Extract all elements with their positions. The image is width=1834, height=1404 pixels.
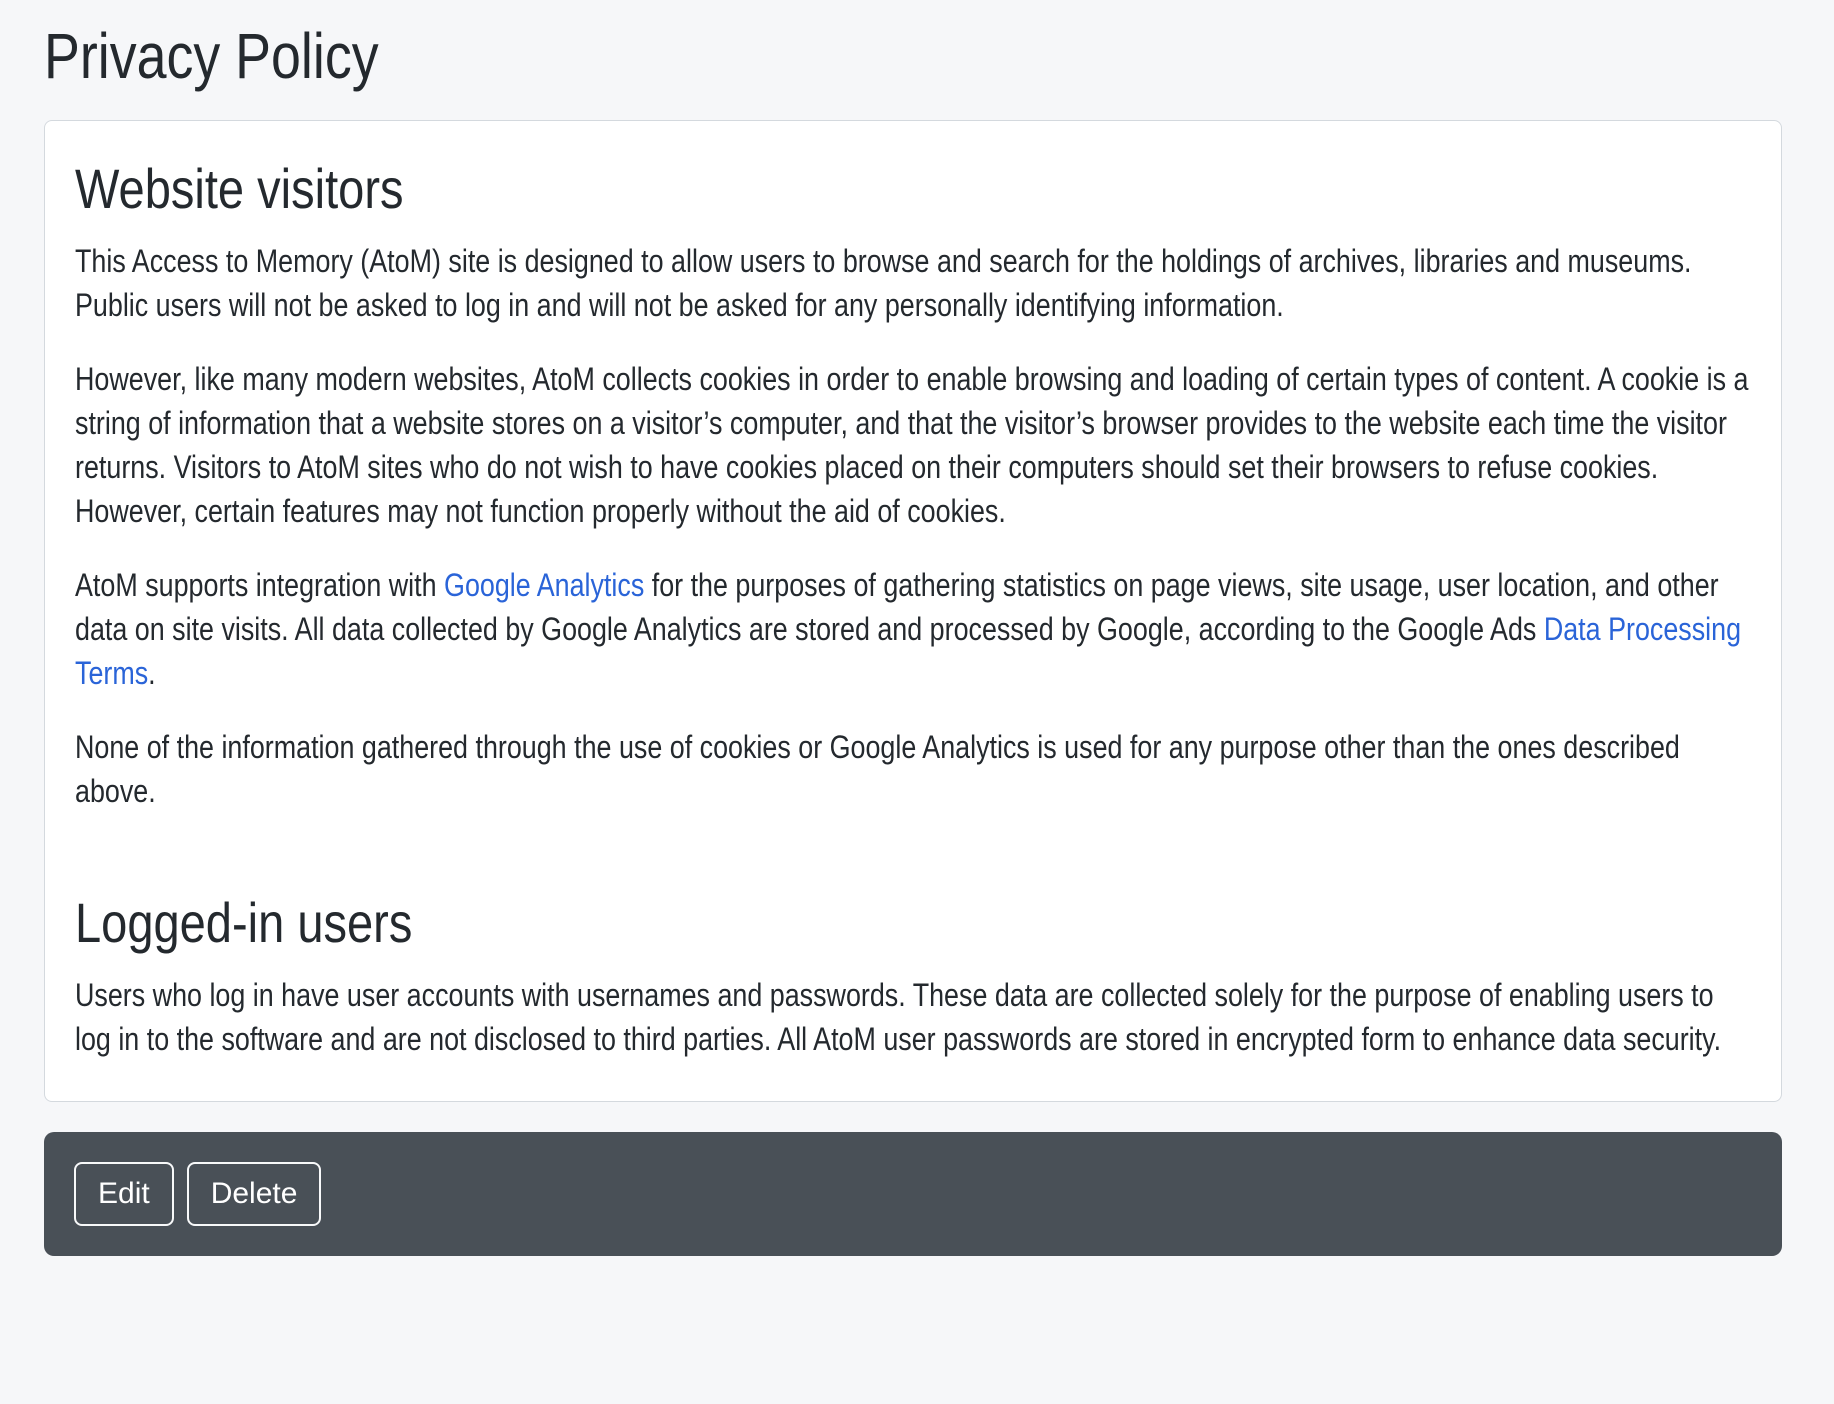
delete-button[interactable]: Delete [187, 1162, 322, 1226]
actions-bar: Edit Delete [44, 1132, 1782, 1256]
paragraph-analytics: AtoM supports integration with Google An… [75, 563, 1750, 695]
paragraph-cookies: However, like many modern websites, AtoM… [75, 357, 1750, 533]
content-card: Website visitors This Access to Memory (… [44, 120, 1782, 1102]
paragraph-text: AtoM supports integration with [75, 567, 444, 603]
edit-button[interactable]: Edit [74, 1162, 174, 1226]
section-heading-website-visitors: Website visitors [75, 155, 1750, 223]
google-analytics-link[interactable]: Google Analytics [444, 567, 644, 603]
paragraph-no-other-use: None of the information gathered through… [75, 725, 1750, 813]
section-heading-logged-in-users: Logged-in users [75, 889, 1750, 957]
privacy-policy-page: Privacy Policy Website visitors This Acc… [44, 16, 1782, 1256]
paragraph-text: . [148, 655, 155, 691]
paragraph-site-description: This Access to Memory (AtoM) site is des… [75, 239, 1750, 327]
paragraph-user-accounts: Users who log in have user accounts with… [75, 973, 1750, 1061]
page-title: Privacy Policy [44, 16, 1781, 96]
